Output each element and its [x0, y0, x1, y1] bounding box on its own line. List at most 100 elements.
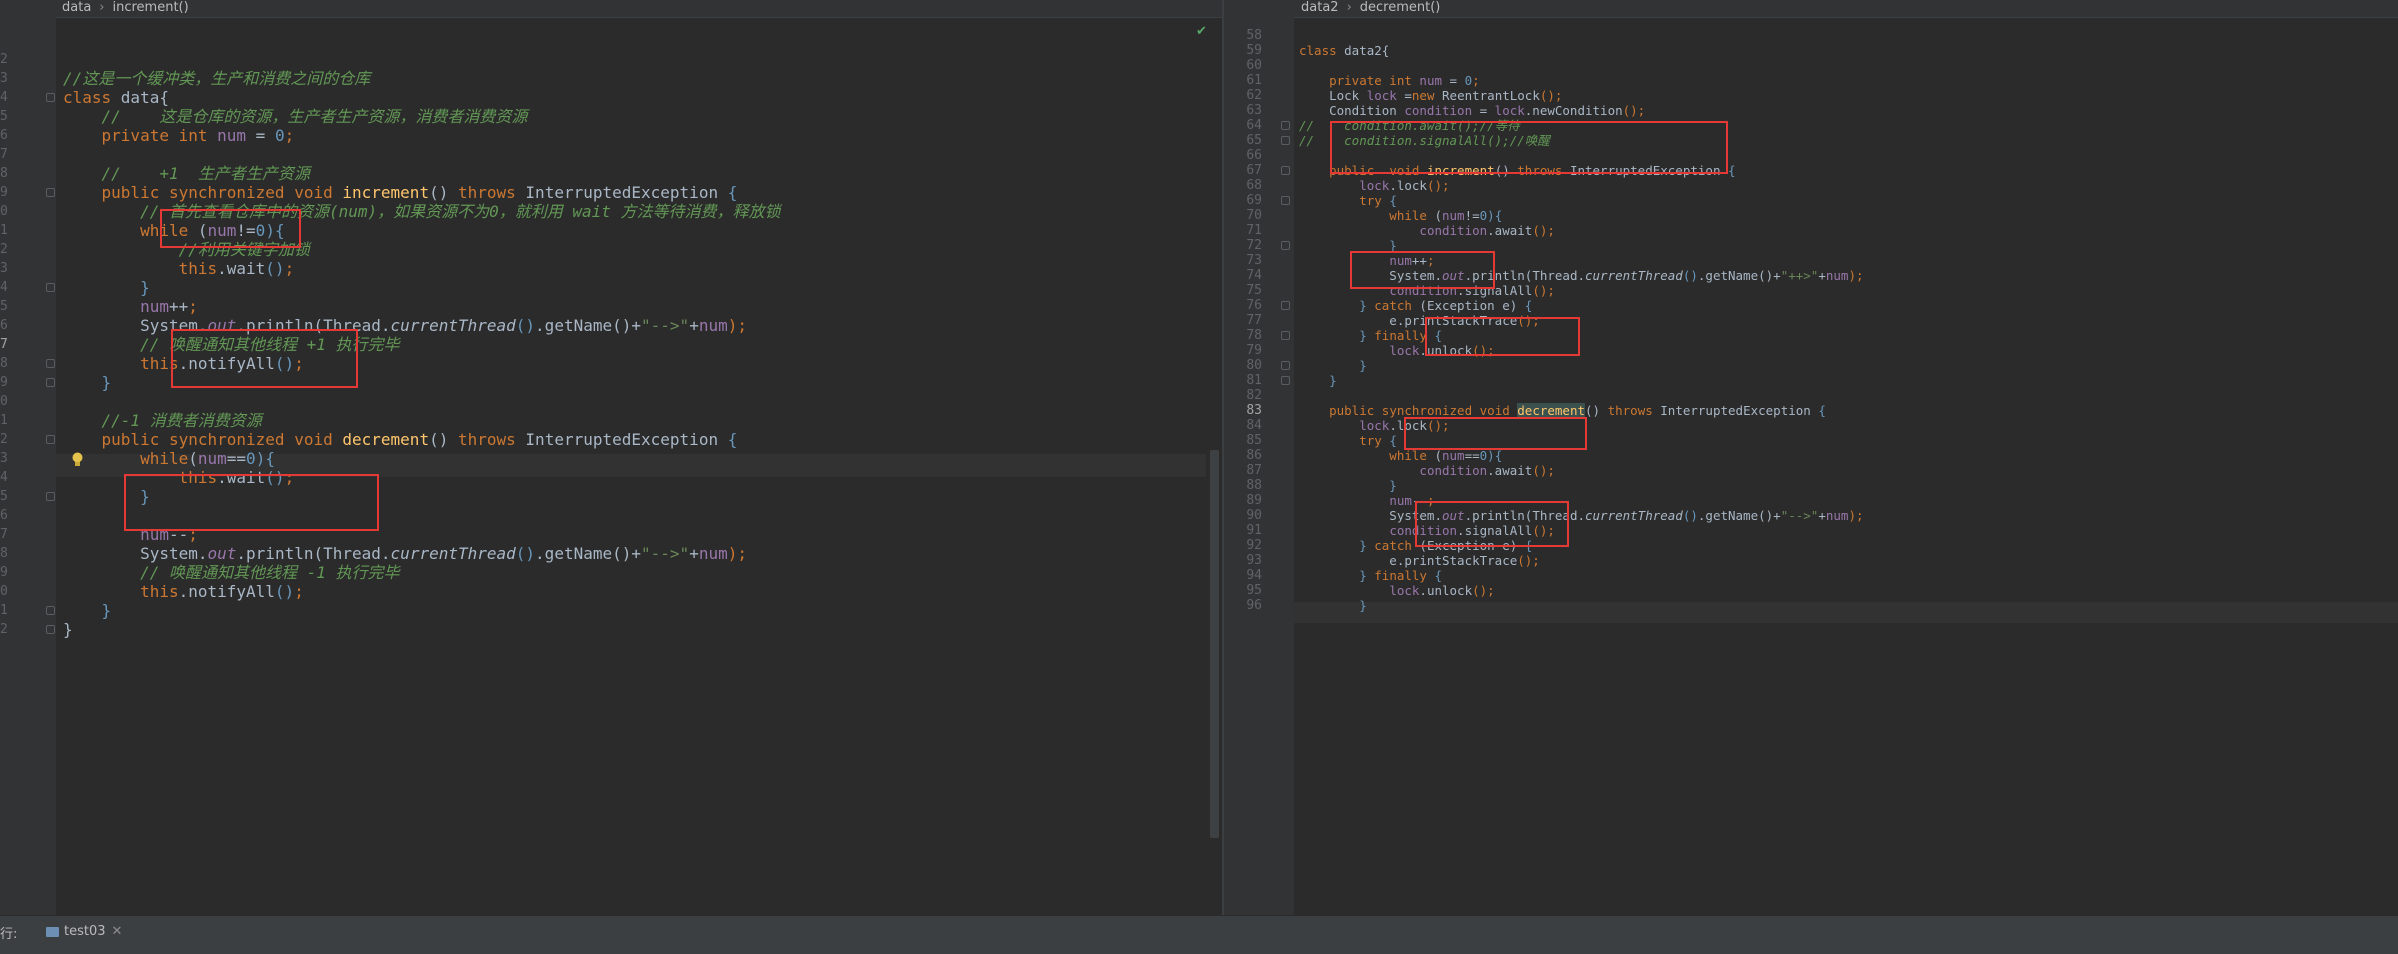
line-number[interactable]: 4 — [0, 278, 8, 297]
line-number[interactable]: 0 — [0, 582, 8, 601]
code-line[interactable]: } — [1299, 358, 1367, 373]
line-number[interactable]: 96 — [1224, 598, 1262, 613]
fold-marker-icon[interactable] — [1281, 331, 1290, 340]
code-line[interactable]: } — [1299, 598, 1367, 613]
code-line[interactable]: num++; — [63, 297, 198, 316]
code-line[interactable]: Lock lock =new ReentrantLock(); — [1299, 88, 1562, 103]
line-number[interactable]: 9 — [0, 183, 8, 202]
fold-marker-icon[interactable] — [1281, 121, 1290, 130]
line-number[interactable]: 61 — [1224, 73, 1262, 88]
code-line[interactable]: this.wait(); — [63, 259, 295, 278]
code-line[interactable]: } — [63, 278, 150, 297]
line-number[interactable]: 0 — [0, 202, 8, 221]
line-number[interactable]: 7 — [0, 335, 8, 354]
line-number[interactable]: 84 — [1224, 418, 1262, 433]
code-line[interactable]: condition.await(); — [1299, 463, 1554, 478]
code-line[interactable]: System.out.println(Thread.currentThread(… — [1299, 508, 1863, 523]
line-number[interactable]: 58 — [1224, 28, 1262, 43]
line-number[interactable]: 64 — [1224, 118, 1262, 133]
code-line[interactable]: Condition condition = lock.newCondition(… — [1299, 103, 1645, 118]
line-number[interactable]: 85 — [1224, 433, 1262, 448]
line-number[interactable]: 5 — [0, 107, 8, 126]
line-number[interactable]: 2 — [0, 430, 8, 449]
line-number[interactable]: 89 — [1224, 493, 1262, 508]
line-number[interactable]: 6 — [0, 316, 8, 335]
fold-marker-icon[interactable] — [46, 625, 55, 634]
line-number[interactable]: 8 — [0, 544, 8, 563]
line-number[interactable]: 71 — [1224, 223, 1262, 238]
code-line[interactable]: public synchronized void decrement() thr… — [63, 430, 738, 449]
line-number[interactable]: 92 — [1224, 538, 1262, 553]
line-number[interactable]: 81 — [1224, 373, 1262, 388]
code-line[interactable]: } — [1299, 478, 1397, 493]
fold-marker-icon[interactable] — [1281, 196, 1290, 205]
line-number[interactable]: 3 — [0, 449, 8, 468]
code-line[interactable]: try { — [1299, 433, 1397, 448]
line-number[interactable]: 86 — [1224, 448, 1262, 463]
line-number[interactable]: 1 — [0, 221, 8, 240]
line-number[interactable]: 7 — [0, 145, 8, 164]
line-number[interactable]: 90 — [1224, 508, 1262, 523]
code-line[interactable]: while (num!=0){ — [1299, 208, 1502, 223]
line-number[interactable]: 79 — [1224, 343, 1262, 358]
fold-marker-icon[interactable] — [1281, 241, 1290, 250]
fold-marker-icon[interactable] — [46, 435, 55, 444]
line-number[interactable]: 2 — [0, 50, 8, 69]
fold-marker-icon[interactable] — [46, 606, 55, 615]
fold-marker-icon[interactable] — [46, 93, 55, 102]
code-line[interactable]: } — [63, 620, 73, 639]
code-line[interactable]: class data2{ — [1299, 43, 1389, 58]
fold-marker-icon[interactable] — [46, 188, 55, 197]
right-line-gutter[interactable]: 58 59 60 61 62 63 64 65 66 67 68 69 70 71 72 73 74 75 76 77… — [1224, 17, 1294, 915]
left-editor-pane[interactable]: data › increment() 23456789012345678901234… — [0, 0, 1222, 915]
line-number[interactable]: 4 — [0, 468, 8, 487]
line-number[interactable]: 75 — [1224, 283, 1262, 298]
code-line[interactable]: // 唤醒通知其他线程 -1 执行完毕 — [63, 563, 399, 582]
line-number[interactable]: 72 — [1224, 238, 1262, 253]
line-number[interactable]: 65 — [1224, 133, 1262, 148]
run-tab-test03[interactable]: test03 ✕ — [40, 922, 128, 942]
line-number[interactable]: 6 — [0, 506, 8, 525]
line-number[interactable]: 2 — [0, 620, 8, 639]
line-number[interactable]: 0 — [0, 392, 8, 411]
line-number[interactable]: 1 — [0, 411, 8, 430]
breadcrumb-method[interactable]: increment() — [113, 0, 189, 16]
code-line[interactable]: //这是一个缓冲类，生产和消费之间的仓库 — [63, 69, 370, 88]
code-line[interactable]: } — [63, 601, 112, 620]
code-line[interactable]: } finally { — [1299, 568, 1442, 583]
line-number[interactable]: 3 — [0, 259, 8, 278]
line-number[interactable]: 69 — [1224, 193, 1262, 208]
line-number[interactable]: 7 — [0, 525, 8, 544]
line-number[interactable]: 2 — [0, 240, 8, 259]
code-line[interactable]: System.out.println(Thread.currentThread(… — [63, 544, 747, 563]
code-line[interactable]: lock.unlock(); — [1299, 583, 1494, 598]
line-number[interactable]: 67 — [1224, 163, 1262, 178]
line-number[interactable]: 5 — [0, 487, 8, 506]
code-line[interactable]: while (num==0){ — [1299, 448, 1502, 463]
line-number[interactable]: 73 — [1224, 253, 1262, 268]
line-number[interactable]: 74 — [1224, 268, 1262, 283]
line-number[interactable]: 78 — [1224, 328, 1262, 343]
code-line[interactable]: } catch (Exception e) { — [1299, 298, 1532, 313]
line-number[interactable]: 80 — [1224, 358, 1262, 373]
close-icon[interactable]: ✕ — [112, 924, 123, 939]
line-number[interactable]: 1 — [0, 601, 8, 620]
line-number[interactable]: 8 — [0, 354, 8, 373]
code-line[interactable]: condition.await(); — [1299, 223, 1554, 238]
line-number[interactable]: 60 — [1224, 58, 1262, 73]
line-number[interactable]: 87 — [1224, 463, 1262, 478]
code-line[interactable]: // 这是仓库的资源，生产者生产资源，消费者消费资源 — [63, 107, 528, 126]
code-line[interactable]: class data{ — [63, 88, 169, 107]
code-line[interactable]: public synchronized void decrement() thr… — [1299, 403, 1826, 418]
fold-marker-icon[interactable] — [46, 283, 55, 292]
line-number[interactable]: 68 — [1224, 178, 1262, 193]
fold-marker-icon[interactable] — [1281, 376, 1290, 385]
line-number[interactable]: 77 — [1224, 313, 1262, 328]
line-number[interactable]: 91 — [1224, 523, 1262, 538]
line-number[interactable]: 93 — [1224, 553, 1262, 568]
line-number[interactable]: 9 — [0, 373, 8, 392]
fold-marker-icon[interactable] — [46, 359, 55, 368]
fold-marker-icon[interactable] — [46, 492, 55, 501]
code-line[interactable]: } — [1299, 373, 1337, 388]
breadcrumb-class[interactable]: data2 — [1301, 0, 1339, 16]
